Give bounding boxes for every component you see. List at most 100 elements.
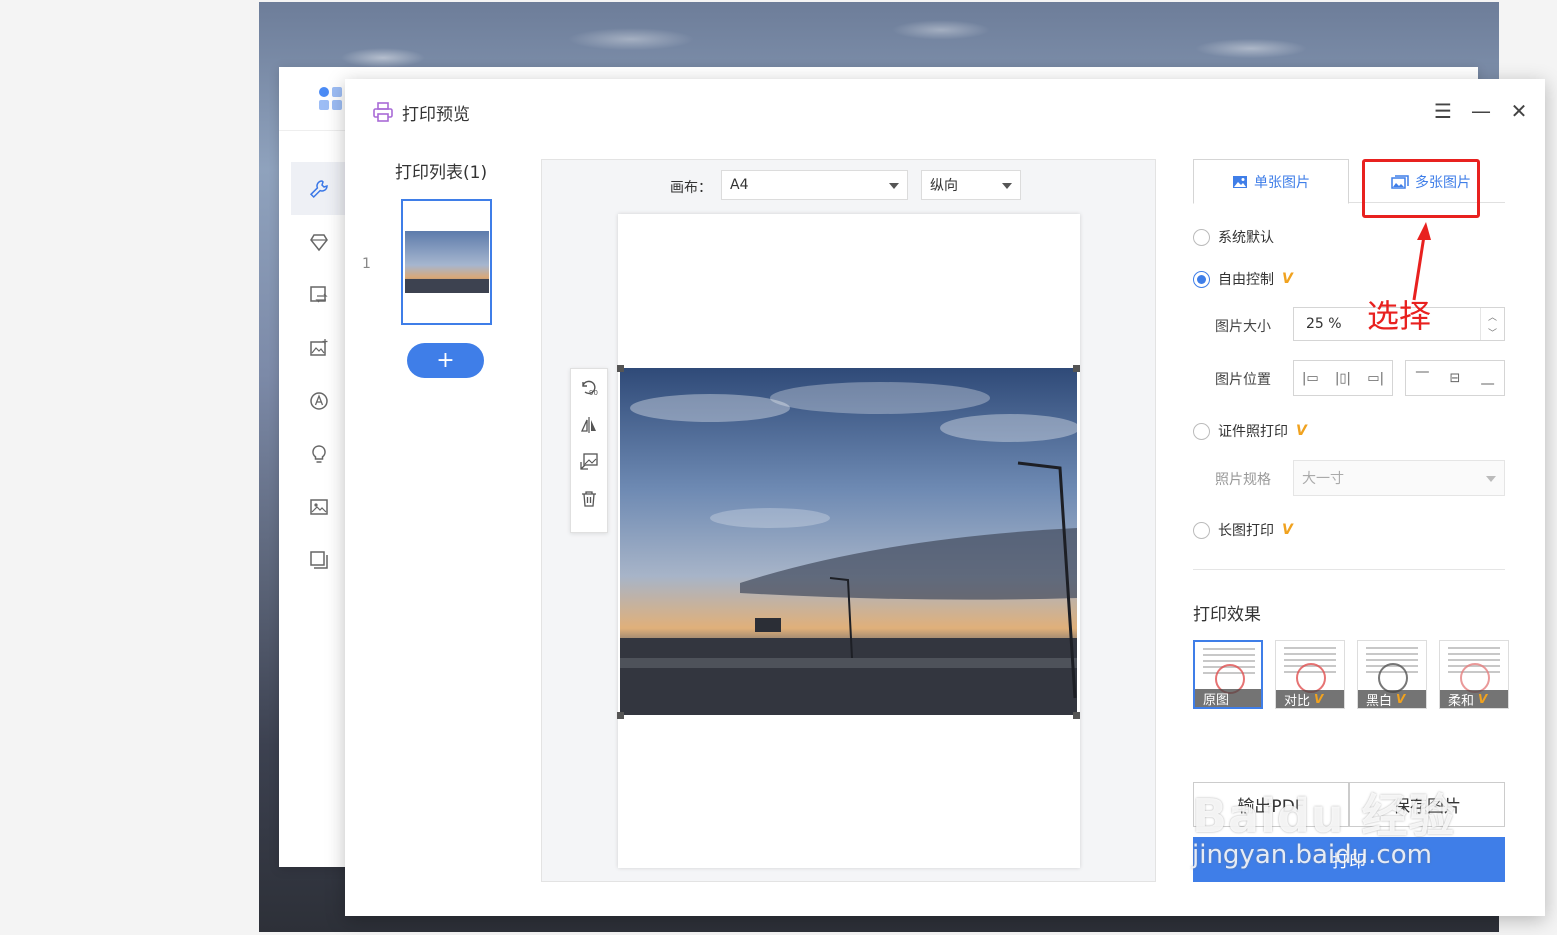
preview-photo[interactable] xyxy=(620,368,1077,715)
export-pdf-button[interactable]: 输出PDF xyxy=(1193,782,1349,827)
effect-black-white[interactable]: 黑白 V xyxy=(1357,640,1427,709)
resize-handle[interactable] xyxy=(1073,365,1080,372)
vertical-align-group: ⎺ ⊟ ⎽ xyxy=(1405,360,1505,396)
print-effect-options: 原图 对比 V 黑白 V 柔和 V xyxy=(1193,640,1509,709)
print-list-index: 1 xyxy=(362,256,371,272)
chevron-down-icon xyxy=(1486,476,1496,482)
option-label: 证件照打印 xyxy=(1218,424,1288,440)
print-list-title: 打印列表(1) xyxy=(395,163,488,183)
dialog-title: 打印预览 xyxy=(372,99,470,125)
window-controls: ☰ — ✕ xyxy=(1434,99,1528,123)
align-center-h-icon[interactable]: |▯| xyxy=(1329,371,1357,386)
photo-spec-value: 大一寸 xyxy=(1302,471,1344,487)
resize-handle[interactable] xyxy=(617,365,624,372)
image-toolbar: 90 xyxy=(570,368,608,533)
minimize-icon[interactable]: — xyxy=(1471,99,1491,123)
sidebar xyxy=(291,162,346,586)
vip-badge: V xyxy=(1396,692,1406,706)
close-icon[interactable]: ✕ xyxy=(1511,99,1528,123)
vip-badge: V xyxy=(1282,522,1293,538)
effect-original[interactable]: 原图 xyxy=(1193,640,1263,709)
chevron-up-icon[interactable]: ︿ xyxy=(1488,310,1497,323)
vip-badge: V xyxy=(1296,423,1307,439)
effect-soft[interactable]: 柔和 V xyxy=(1439,640,1509,709)
tab-single-image[interactable]: 单张图片 xyxy=(1193,159,1349,204)
app-logo-icon xyxy=(319,87,343,111)
chevron-down-icon xyxy=(1002,183,1012,189)
save-image-button[interactable]: 保存图片 xyxy=(1349,782,1505,827)
add-image-button[interactable]: + xyxy=(407,343,484,378)
svg-text:90: 90 xyxy=(589,389,598,397)
image-position-label: 图片位置 xyxy=(1215,372,1271,388)
option-label: 系统默认 xyxy=(1218,230,1274,246)
menu-icon[interactable]: ☰ xyxy=(1434,99,1452,123)
align-bottom-icon[interactable]: ⎽ xyxy=(1474,371,1502,386)
convert-icon[interactable] xyxy=(291,268,346,321)
text-recognition-icon[interactable] xyxy=(291,374,346,427)
rotate-90-icon[interactable]: 90 xyxy=(571,369,607,406)
stamp-icon xyxy=(1378,663,1408,693)
canvas-label: 画布： xyxy=(670,180,712,196)
paper-size-select[interactable]: A4 xyxy=(721,170,908,200)
align-top-icon[interactable]: ⎺ xyxy=(1408,371,1436,386)
layers-icon[interactable] xyxy=(291,533,346,586)
option-id-photo[interactable]: 证件照打印 V xyxy=(1193,421,1307,441)
lightbulb-icon[interactable] xyxy=(291,427,346,480)
divider xyxy=(1193,569,1505,570)
tab-single-image-label: 单张图片 xyxy=(1254,174,1310,191)
diamond-icon[interactable] xyxy=(291,215,346,268)
option-free-control[interactable]: 自由控制 V xyxy=(1193,269,1293,289)
image-size-label: 图片大小 xyxy=(1215,319,1271,335)
radio-button[interactable] xyxy=(1193,422,1210,440)
photo-spec-select: 大一寸 xyxy=(1293,460,1505,496)
effect-label: 对比 xyxy=(1284,693,1311,709)
image-size-value: 25 % xyxy=(1306,316,1342,332)
wrench-icon[interactable] xyxy=(291,162,346,215)
print-preview-dialog: 打印预览 ☰ — ✕ 打印列表(1) 1 + 画布： A4 纵向 90 单张图片… xyxy=(345,79,1545,916)
resize-handle[interactable] xyxy=(617,712,624,719)
radio-button-selected[interactable] xyxy=(1193,270,1210,288)
vip-badge: V xyxy=(1478,692,1488,706)
chevron-down-icon xyxy=(889,183,899,189)
stamp-icon xyxy=(1460,663,1490,693)
option-label: 自由控制 xyxy=(1218,272,1274,288)
thumbnail-photo xyxy=(405,231,489,293)
orientation-select[interactable]: 纵向 xyxy=(921,170,1021,200)
align-left-icon[interactable]: |▭ xyxy=(1296,371,1324,386)
preview-area: 画布： A4 纵向 90 xyxy=(541,159,1156,882)
print-list-thumbnail[interactable] xyxy=(401,199,492,325)
vip-badge: V xyxy=(1282,271,1293,287)
align-right-icon[interactable]: ▭| xyxy=(1362,371,1390,386)
option-long-image[interactable]: 长图打印 V xyxy=(1193,520,1293,540)
option-label: 长图打印 xyxy=(1218,523,1274,539)
image-edit-icon[interactable] xyxy=(291,321,346,374)
horizontal-align-group: |▭ |▯| ▭| xyxy=(1293,360,1393,396)
image-icon[interactable] xyxy=(291,480,346,533)
vip-badge: V xyxy=(1314,692,1324,706)
effect-label: 黑白 xyxy=(1366,693,1393,709)
paper-size-value: A4 xyxy=(730,177,749,193)
image-icon xyxy=(1233,175,1247,188)
replace-image-icon[interactable] xyxy=(571,443,607,480)
radio-button[interactable] xyxy=(1193,228,1210,246)
effect-contrast[interactable]: 对比 V xyxy=(1275,640,1345,709)
chevron-down-icon[interactable]: ﹀ xyxy=(1488,326,1497,339)
orientation-value: 纵向 xyxy=(930,178,958,194)
paper-page xyxy=(617,214,1080,868)
option-system-default[interactable]: 系统默认 xyxy=(1193,227,1274,247)
effect-label: 原图 xyxy=(1203,692,1230,708)
align-middle-icon[interactable]: ⊟ xyxy=(1441,371,1469,386)
printer-icon xyxy=(372,101,394,123)
print-effect-title: 打印效果 xyxy=(1193,605,1261,625)
radio-button[interactable] xyxy=(1193,521,1210,539)
photo-spec-label: 照片规格 xyxy=(1215,472,1271,488)
delete-icon[interactable] xyxy=(571,480,607,517)
annotation-text: 选择 xyxy=(1367,297,1432,335)
print-button[interactable]: 打印 xyxy=(1193,837,1505,882)
stamp-icon xyxy=(1296,663,1326,693)
flip-icon[interactable] xyxy=(571,406,607,443)
highlight-box xyxy=(1362,159,1480,218)
resize-handle[interactable] xyxy=(1073,712,1080,719)
effect-label: 柔和 xyxy=(1448,693,1475,709)
number-spinner[interactable]: ︿ ﹀ xyxy=(1480,308,1504,340)
